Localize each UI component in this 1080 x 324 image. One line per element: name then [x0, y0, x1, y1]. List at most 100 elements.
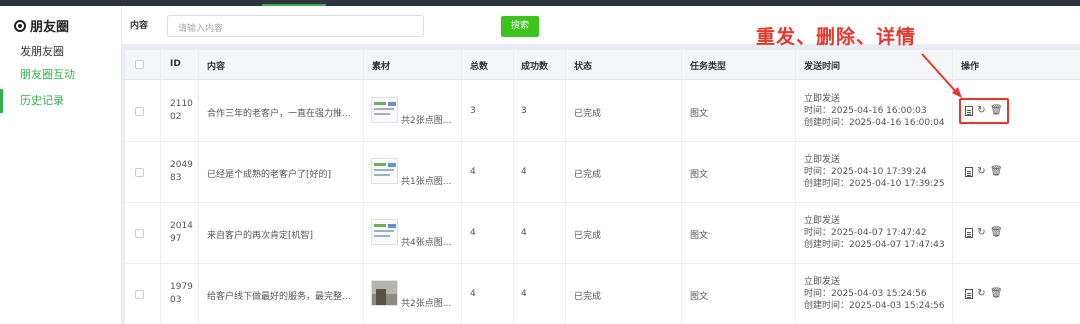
sidebar-brand: 朋友圈	[14, 16, 69, 35]
send-time: 时间：2025-04-03 15:24:56	[804, 289, 927, 299]
filter-bar: 内容 请输入内容 搜索	[122, 6, 1080, 44]
row-status: 已完成	[574, 109, 602, 119]
delete-icon[interactable]: 🗑	[990, 227, 1003, 238]
detail-icon[interactable]	[965, 166, 973, 177]
row-actions: ↻ 🗑	[965, 166, 1003, 177]
row-id-line1: 2014	[170, 221, 193, 231]
row-content: 来自客户的再次肯定[机智]	[207, 231, 314, 241]
sidebar-item-moments-interaction[interactable]: 朋友圈互动	[0, 63, 121, 87]
row-success: 4	[521, 167, 527, 177]
header-content: 内容	[207, 62, 226, 72]
row-status: 已完成	[574, 231, 602, 241]
sidebar: 朋友圈 发朋友圈 朋友圈互动 历史记录	[0, 6, 121, 324]
sidebar-item-post-moments[interactable]: 发朋友圈	[0, 40, 121, 64]
row-id: 2014 97	[170, 220, 193, 246]
table-row: 2014 97 来自客户的再次肯定[机智] 共4张点图... 4 4 已完成 图文…	[125, 203, 1080, 264]
header-send-time: 发送时间	[804, 62, 841, 72]
row-status: 已完成	[574, 292, 602, 302]
header-total: 总数	[470, 62, 489, 72]
resend-icon[interactable]: ↻	[976, 288, 987, 299]
search-button[interactable]: 搜索	[501, 16, 539, 37]
send-mode: 立即发送	[804, 94, 841, 104]
row-id: 1979 03	[170, 281, 193, 307]
table-header: ID 内容 素材 总数 成功数 状态 任务类型 发送时间 操作	[125, 50, 1080, 80]
send-time: 时间：2025-04-07 17:47:42	[804, 228, 927, 238]
row-actions: ↻ 🗑	[965, 227, 1003, 238]
row-task-type: 图文	[690, 170, 709, 180]
row-total: 3	[470, 106, 476, 116]
history-table: ID 内容 素材 总数 成功数 状态 任务类型 发送时间 操作 2110 02 合…	[125, 50, 1080, 324]
moments-icon	[14, 19, 26, 32]
row-send-time: 立即发送 时间：2025-04-10 17:39:24 创建时间：2025-04…	[804, 154, 945, 190]
annotation-text: 重发、删除、详情	[756, 26, 917, 48]
row-id-line1: 2110	[170, 99, 193, 109]
main-content: 内容 请输入内容 搜索 ID 内容 素材 总数 成功数 状态 任务类型 发送时间…	[122, 6, 1080, 324]
row-task-type: 图文	[690, 109, 709, 119]
material-thumbnail[interactable]	[371, 97, 398, 123]
created-time: 创建时间：2025-04-03 15:24:56	[804, 301, 945, 311]
header-status: 状态	[574, 62, 593, 72]
header-success: 成功数	[521, 62, 549, 72]
row-total: 4	[470, 228, 476, 238]
row-status: 已完成	[574, 170, 602, 180]
delete-icon[interactable]: 🗑	[990, 166, 1003, 177]
row-total: 4	[470, 289, 476, 299]
delete-icon[interactable]: 🗑	[990, 288, 1003, 299]
row-material: 共1张点图...	[401, 177, 452, 187]
header-actions: 操作	[961, 62, 980, 72]
row-content: 已经是个成熟的老客户了[好的]	[207, 170, 332, 180]
send-mode: 立即发送	[804, 277, 841, 287]
row-total: 4	[470, 167, 476, 177]
row-send-time: 立即发送 时间：2025-04-07 17:47:42 创建时间：2025-04…	[804, 215, 945, 251]
material-thumbnail[interactable]	[371, 219, 398, 245]
row-material: 共2张点图...	[401, 116, 452, 126]
row-success: 3	[521, 106, 527, 116]
row-actions: ↻ 🗑	[965, 288, 1003, 299]
row-id: 2049 83	[170, 159, 193, 185]
table-row: 1979 03 给客户线下做最好的服务，最完整... 共2张点图... 4 4 已…	[125, 264, 1080, 324]
row-id-line1: 2049	[170, 160, 193, 170]
header-material: 素材	[372, 62, 391, 72]
row-checkbox[interactable]	[135, 107, 144, 116]
table-row: 2049 83 已经是个成熟的老客户了[好的] 共1张点图... 4 4 已完成 …	[125, 142, 1080, 203]
resend-icon[interactable]: ↻	[976, 227, 987, 238]
row-send-time: 立即发送 时间：2025-04-16 16:00:03 创建时间：2025-04…	[804, 93, 945, 129]
sidebar-title: 朋友圈	[30, 20, 70, 35]
header-id: ID	[170, 59, 181, 69]
resend-icon[interactable]: ↻	[976, 166, 987, 177]
material-thumbnail[interactable]	[371, 158, 398, 184]
table-row: 2110 02 合作三年的老客户，一直在强力推... 共2张点图... 3 3 已…	[125, 81, 1080, 142]
row-id: 2110 02	[170, 98, 193, 124]
send-mode: 立即发送	[804, 155, 841, 165]
header-task-type: 任务类型	[690, 62, 727, 72]
row-material: 共2张点图...	[401, 299, 452, 309]
content-filter-label: 内容	[130, 21, 149, 31]
row-id-line2: 97	[170, 234, 182, 244]
row-checkbox[interactable]	[135, 290, 144, 299]
send-time: 时间：2025-04-16 16:00:03	[804, 106, 927, 116]
send-mode: 立即发送	[804, 216, 841, 226]
sidebar-item-history[interactable]: 历史记录	[0, 89, 121, 113]
row-id-line2: 02	[170, 112, 182, 122]
row-success: 4	[521, 289, 527, 299]
row-id-line2: 83	[170, 173, 182, 183]
row-material: 共4张点图...	[401, 238, 452, 248]
content-search-input[interactable]: 请输入内容	[167, 15, 424, 37]
row-task-type: 图文	[690, 292, 709, 302]
row-task-type: 图文	[690, 231, 709, 241]
created-time: 创建时间：2025-04-16 16:00:04	[804, 118, 945, 128]
row-success: 4	[521, 228, 527, 238]
row-checkbox[interactable]	[135, 229, 144, 238]
row-content: 合作三年的老客户，一直在强力推...	[207, 109, 351, 119]
detail-icon[interactable]	[965, 227, 973, 238]
material-thumbnail[interactable]	[371, 280, 398, 306]
detail-icon[interactable]	[965, 288, 973, 299]
row-id-line2: 03	[170, 295, 182, 305]
created-time: 创建时间：2025-04-07 17:47:43	[804, 240, 945, 250]
row-checkbox[interactable]	[135, 168, 144, 177]
row-send-time: 立即发送 时间：2025-04-03 15:24:56 创建时间：2025-04…	[804, 276, 945, 312]
created-time: 创建时间：2025-04-10 17:39:25	[804, 179, 945, 189]
actions-highlight-box	[959, 98, 1009, 124]
select-all-checkbox[interactable]	[135, 60, 144, 69]
send-time: 时间：2025-04-10 17:39:24	[804, 167, 927, 177]
